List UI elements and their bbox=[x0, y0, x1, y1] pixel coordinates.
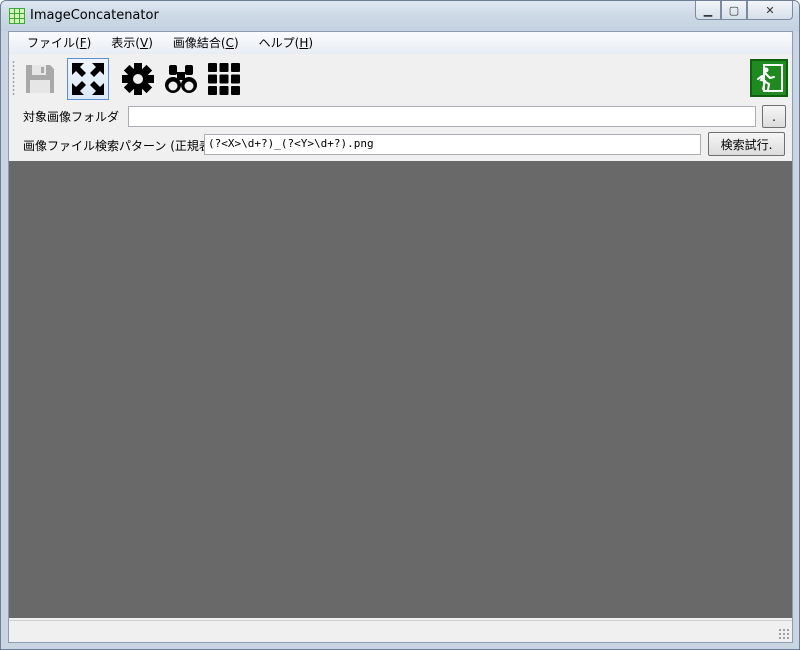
binoculars-search-icon bbox=[165, 65, 197, 93]
exit-button[interactable] bbox=[750, 59, 788, 97]
save-icon bbox=[26, 65, 54, 93]
image-canvas[interactable] bbox=[9, 161, 792, 618]
fit-screen-icon bbox=[72, 63, 104, 95]
maximize-button[interactable]: ▢ bbox=[721, 1, 747, 20]
test-search-button[interactable]: 検索試行. bbox=[708, 132, 785, 156]
grid-button[interactable] bbox=[203, 58, 245, 100]
app-window: ImageConcatenator ▁ ▢ ✕ ファイル(F) 表示(V) 画像… bbox=[0, 0, 800, 650]
pattern-label: 画像ファイル検索パターン (正規表 bbox=[23, 139, 211, 153]
toolbar bbox=[9, 54, 792, 104]
menu-image-combine[interactable]: 画像結合(C) bbox=[163, 32, 249, 54]
minimize-icon: ▁ bbox=[703, 3, 713, 17]
menu-file[interactable]: ファイル(F) bbox=[17, 32, 101, 54]
maximize-icon: ▢ bbox=[728, 3, 740, 17]
exit-icon bbox=[757, 64, 783, 92]
close-icon: ✕ bbox=[765, 3, 775, 17]
resize-grip-icon[interactable] bbox=[778, 628, 790, 640]
settings-gear-icon bbox=[122, 63, 154, 95]
folder-label: 対象画像フォルダ bbox=[23, 110, 120, 124]
fit-screen-button[interactable] bbox=[67, 58, 109, 100]
menu-help[interactable]: ヘルプ(H) bbox=[249, 32, 323, 54]
client-area: ファイル(F) 表示(V) 画像結合(C) ヘルプ(H) 対象画像フォルダ . … bbox=[8, 31, 793, 643]
title-bar[interactable]: ImageConcatenator ▁ ▢ ✕ bbox=[1, 1, 799, 31]
window-title: ImageConcatenator bbox=[30, 8, 159, 23]
menu-bar: ファイル(F) 表示(V) 画像結合(C) ヘルプ(H) bbox=[9, 32, 792, 54]
status-bar bbox=[9, 620, 792, 642]
minimize-button[interactable]: ▁ bbox=[695, 1, 721, 20]
app-grid-icon bbox=[9, 8, 25, 24]
save-button[interactable] bbox=[19, 58, 61, 100]
close-button[interactable]: ✕ bbox=[747, 1, 793, 20]
toolbar-grip[interactable] bbox=[12, 60, 15, 96]
pattern-input[interactable]: (?<X>\d+?)_(?<Y>\d+?).png bbox=[204, 134, 701, 155]
search-button[interactable] bbox=[160, 58, 202, 100]
settings-button[interactable] bbox=[117, 58, 159, 100]
browse-folder-button[interactable]: . bbox=[762, 105, 786, 128]
folder-input[interactable] bbox=[128, 106, 756, 127]
grid-icon bbox=[208, 63, 240, 95]
menu-view[interactable]: 表示(V) bbox=[101, 32, 163, 54]
